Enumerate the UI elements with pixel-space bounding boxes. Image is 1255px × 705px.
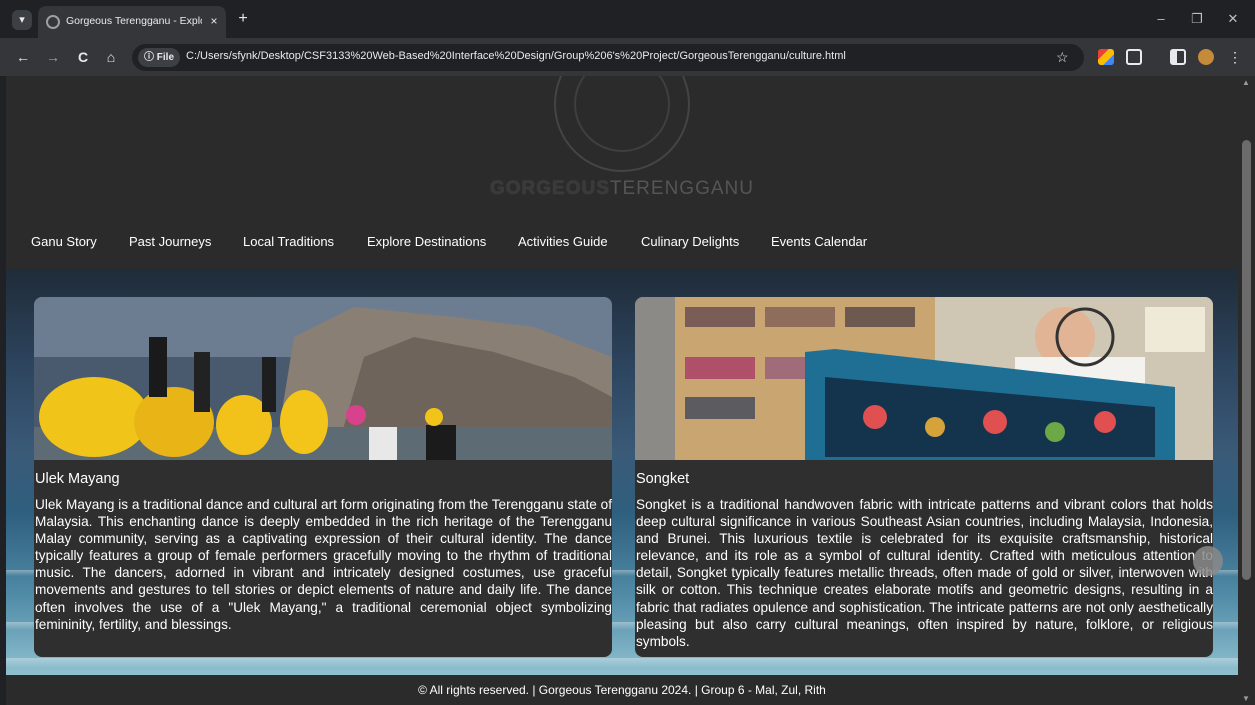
tab-search-icon[interactable]: ▾ xyxy=(12,10,32,30)
site-header: GORGEOUSTERENGGANU Ganu Story Past Journ… xyxy=(6,76,1238,270)
browser-toolbar: ← → C ⌂ ⓘ File C:/Users/sfynk/Desktop/CS… xyxy=(0,38,1255,76)
address-bar[interactable]: ⓘ File C:/Users/sfynk/Desktop/CSF3133%20… xyxy=(132,44,1084,71)
browser-menu-icon[interactable]: ⋮ xyxy=(1226,48,1244,66)
nav-events-calendar[interactable]: Events Calendar xyxy=(771,234,867,249)
back-icon[interactable]: ← xyxy=(14,48,32,66)
nav-explore-destinations[interactable]: Explore Destinations xyxy=(367,234,486,249)
globe-icon xyxy=(46,15,60,29)
songket-fabric-image xyxy=(635,297,1213,460)
home-icon[interactable]: ⌂ xyxy=(102,48,120,66)
site-footer: © All rights reserved. | Gorgeous Tereng… xyxy=(6,675,1238,705)
page-scrollbar[interactable]: ▲ ▼ xyxy=(1238,76,1255,705)
restore-button[interactable]: ❐ xyxy=(1188,10,1206,28)
culture-card-ulek-mayang: Ulek Mayang Ulek Mayang is a traditional… xyxy=(34,297,612,657)
wave-decoration xyxy=(6,658,1238,668)
site-logo-text[interactable]: GORGEOUSTERENGGANU xyxy=(6,178,1238,200)
nav-past-journeys[interactable]: Past Journeys xyxy=(129,234,211,249)
nav-activities-guide[interactable]: Activities Guide xyxy=(518,234,608,249)
nav-culinary-delights[interactable]: Culinary Delights xyxy=(641,234,739,249)
site-info-chip[interactable]: ⓘ File xyxy=(138,48,181,67)
card-body: Ulek Mayang is a traditional dance and c… xyxy=(35,497,612,632)
card-title: Ulek Mayang xyxy=(35,471,120,487)
browser-tab-strip: ▾ Gorgeous Terengganu - Explore × + – ❐ … xyxy=(0,0,1255,38)
page-viewport: GORGEOUSTERENGGANU Ganu Story Past Journ… xyxy=(6,76,1238,705)
scrollbar-thumb[interactable] xyxy=(1242,140,1251,580)
forward-icon[interactable]: → xyxy=(44,48,62,66)
scroll-up-arrow-icon[interactable]: ▲ xyxy=(1242,78,1250,87)
close-window-button[interactable]: ✕ xyxy=(1224,10,1242,28)
profile-avatar[interactable] xyxy=(1198,49,1214,65)
file-chip-label: File xyxy=(156,52,175,63)
nav-ganu-story[interactable]: Ganu Story xyxy=(31,234,97,249)
card-title: Songket xyxy=(636,471,690,487)
logo-word-gorgeous: GORGEOUS xyxy=(490,178,610,199)
minimize-button[interactable]: – xyxy=(1152,10,1170,28)
tab-close-icon[interactable]: × xyxy=(206,13,222,29)
url-text: C:/Users/sfynk/Desktop/CSF3133%20Web-Bas… xyxy=(186,50,846,62)
terengganu-seal-logo xyxy=(554,76,690,172)
seal-inner-ring xyxy=(574,76,670,152)
card-body: Songket is a traditional handwoven fabri… xyxy=(636,497,1213,649)
floating-assistant-button[interactable] xyxy=(1193,546,1223,576)
reload-icon[interactable]: C xyxy=(74,48,92,66)
scroll-down-arrow-icon[interactable]: ▼ xyxy=(1242,694,1250,703)
tab-title: Gorgeous Terengganu - Explore xyxy=(66,15,202,27)
bookmark-star-icon[interactable]: ☆ xyxy=(1056,49,1069,66)
footer-copyright: © All rights reserved. | Gorgeous Tereng… xyxy=(418,683,826,697)
extensions-puzzle-icon[interactable] xyxy=(1126,49,1142,65)
ulek-mayang-dance-image xyxy=(34,297,612,460)
extension-icon[interactable] xyxy=(1098,49,1114,65)
new-tab-button[interactable]: + xyxy=(234,10,252,28)
nav-local-traditions[interactable]: Local Traditions xyxy=(243,234,334,249)
side-panel-icon[interactable] xyxy=(1170,49,1186,65)
logo-word-terengganu: TERENGGANU xyxy=(609,178,754,199)
browser-tab[interactable]: Gorgeous Terengganu - Explore × xyxy=(38,6,226,38)
culture-card-songket: Songket Songket is a traditional handwov… xyxy=(635,297,1213,657)
